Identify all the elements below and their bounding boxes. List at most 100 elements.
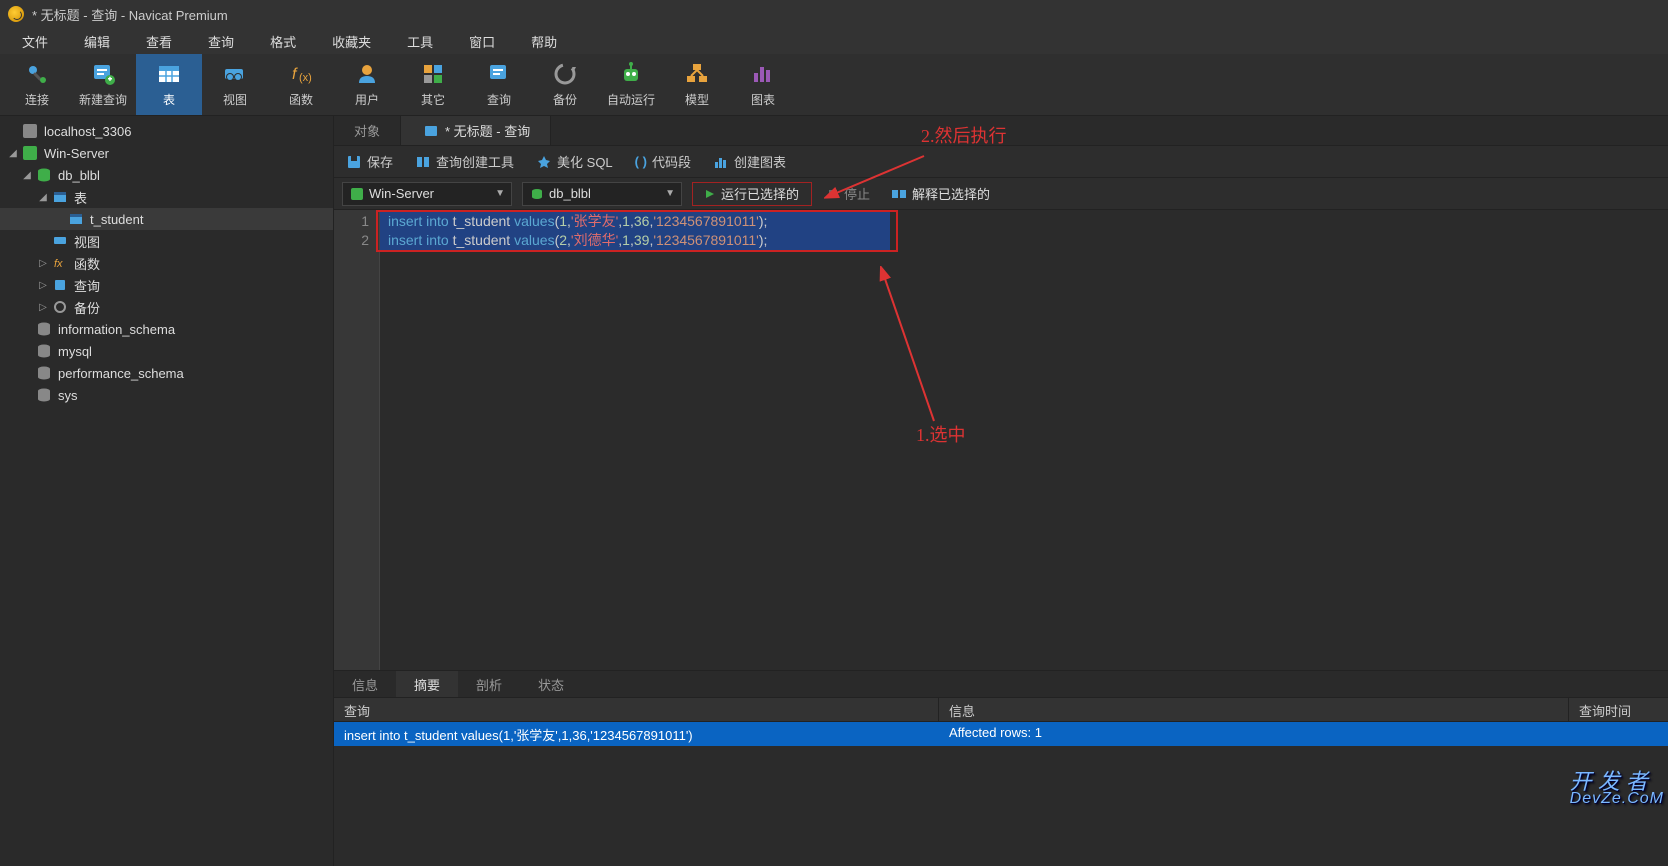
result-header: 查询 信息 查询时间: [334, 698, 1668, 722]
view-icon: [222, 61, 248, 87]
query-toolbar: 保存 查询创建工具 美化 SQL ( )代码段 创建图表: [334, 146, 1668, 178]
user-icon: [354, 61, 380, 87]
tool-query[interactable]: 查询: [466, 54, 532, 115]
database-off-icon: [36, 387, 52, 403]
model-icon: [684, 61, 710, 87]
explain-button[interactable]: 解释已选择的: [886, 184, 996, 203]
tool-function[interactable]: f(x)函数: [268, 54, 334, 115]
tool-other[interactable]: 其它: [400, 54, 466, 115]
title-bar: * 无标题 - 查询 - Navicat Premium: [0, 0, 1668, 28]
chevron-down-icon: ▼: [495, 188, 505, 199]
menu-edit[interactable]: 编辑: [66, 29, 128, 54]
col-query[interactable]: 查询: [334, 698, 939, 721]
tool-connect[interactable]: 连接: [4, 54, 70, 115]
database-off-icon: [36, 343, 52, 359]
tool-autorun[interactable]: 自动运行: [598, 54, 664, 115]
rtab-info[interactable]: 信息: [334, 671, 396, 697]
menu-view[interactable]: 查看: [128, 29, 190, 54]
tables-node[interactable]: ◢表: [0, 186, 333, 208]
views-node[interactable]: 视图: [0, 230, 333, 252]
rtab-summary[interactable]: 摘要: [396, 671, 458, 697]
window-title: * 无标题 - 查询 - Navicat Premium: [32, 5, 228, 24]
backup-node-icon: [52, 299, 68, 315]
menu-favorites[interactable]: 收藏夹: [314, 29, 389, 54]
chart-icon: [750, 61, 776, 87]
result-row[interactable]: insert into t_student values(1,'张学友',1,3…: [334, 722, 1668, 746]
tool-table[interactable]: 表: [136, 54, 202, 115]
database-off-icon: [36, 365, 52, 381]
backups-node[interactable]: ▷备份: [0, 296, 333, 318]
menu-query[interactable]: 查询: [190, 29, 252, 54]
code-area[interactable]: insert into t_student values(1,'张学友',1,3…: [380, 210, 1668, 670]
menu-file[interactable]: 文件: [4, 29, 66, 54]
rtab-profile[interactable]: 剖析: [458, 671, 520, 697]
views-icon: [52, 233, 68, 249]
builder-button[interactable]: 查询创建工具: [411, 149, 518, 174]
sql-editor[interactable]: 1 2 insert into t_student values(1,'张学友'…: [334, 210, 1668, 670]
tables-icon: [52, 189, 68, 205]
tab-objects[interactable]: 对象: [334, 116, 401, 145]
function-icon: f(x): [288, 61, 314, 87]
conn-localhost[interactable]: localhost_3306: [0, 120, 333, 142]
result-empty-area: [334, 746, 1668, 866]
save-button[interactable]: 保存: [342, 149, 397, 174]
server-combo[interactable]: Win-Server▼: [342, 182, 512, 206]
robot-icon: [618, 61, 644, 87]
menu-tools[interactable]: 工具: [389, 29, 451, 54]
col-info[interactable]: 信息: [939, 698, 1569, 721]
beautify-button[interactable]: 美化 SQL: [532, 149, 617, 174]
conn-winserver[interactable]: ◢Win-Server: [0, 142, 333, 164]
menu-window[interactable]: 窗口: [451, 29, 513, 54]
db-combo[interactable]: db_blbl▼: [522, 182, 682, 206]
stop-button[interactable]: 停止: [822, 184, 876, 203]
functions-node[interactable]: ▷fx函数: [0, 252, 333, 274]
editor-tabs: 对象 * 无标题 - 查询: [334, 116, 1668, 146]
tool-backup[interactable]: 备份: [532, 54, 598, 115]
mysql-icon: [22, 123, 38, 139]
col-time[interactable]: 查询时间: [1569, 698, 1668, 721]
main-toolbar: 连接 新建查询 表 视图 f(x)函数 用户 其它 查询 备份 自动运行 模型 …: [0, 54, 1668, 116]
db-mysql[interactable]: mysql: [0, 340, 333, 362]
db-infoschema[interactable]: information_schema: [0, 318, 333, 340]
result-tabs: 信息 摘要 剖析 状态: [334, 670, 1668, 698]
connection-row: Win-Server▼ db_blbl▼ 运行已选择的 停止 解释已选择的: [334, 178, 1668, 210]
tool-newquery[interactable]: 新建查询: [70, 54, 136, 115]
tool-chart[interactable]: 图表: [730, 54, 796, 115]
queries-icon: [52, 277, 68, 293]
line-gutter: 1 2: [334, 210, 380, 670]
database-off-icon: [36, 321, 52, 337]
rtab-state[interactable]: 状态: [520, 671, 582, 697]
parens-icon: ( ): [635, 154, 647, 169]
chart-button[interactable]: 创建图表: [709, 149, 790, 174]
tool-model[interactable]: 模型: [664, 54, 730, 115]
svg-text:f: f: [292, 66, 298, 83]
other-icon: [420, 61, 446, 87]
menu-format[interactable]: 格式: [252, 29, 314, 54]
backup-icon: [552, 61, 578, 87]
table-icon: [156, 61, 182, 87]
plug-icon: [24, 61, 50, 87]
database-icon: [36, 167, 52, 183]
run-selected-button[interactable]: 运行已选择的: [692, 182, 812, 206]
tool-user[interactable]: 用户: [334, 54, 400, 115]
chevron-down-icon: ▼: [665, 188, 675, 199]
table-item-icon: [68, 211, 84, 227]
connection-tree[interactable]: localhost_3306 ◢Win-Server ◢db_blbl ◢表 t…: [0, 116, 334, 866]
db-perfschema[interactable]: performance_schema: [0, 362, 333, 384]
query-icon: [486, 61, 512, 87]
queries-node[interactable]: ▷查询: [0, 274, 333, 296]
snippet-button[interactable]: ( )代码段: [631, 149, 695, 174]
menu-help[interactable]: 帮助: [513, 29, 575, 54]
mysql-active-icon: [22, 145, 38, 161]
app-logo-icon: [8, 6, 24, 22]
db-sys[interactable]: sys: [0, 384, 333, 406]
db-blbl[interactable]: ◢db_blbl: [0, 164, 333, 186]
tool-view[interactable]: 视图: [202, 54, 268, 115]
tab-query[interactable]: * 无标题 - 查询: [401, 116, 551, 145]
query-tab-icon: [423, 123, 439, 139]
svg-text:(x): (x): [299, 72, 312, 84]
menu-bar: 文件 编辑 查看 查询 格式 收藏夹 工具 窗口 帮助: [0, 28, 1668, 54]
svg-text:fx: fx: [54, 258, 63, 270]
newquery-icon: [90, 61, 116, 87]
table-tstudent[interactable]: t_student: [0, 208, 333, 230]
